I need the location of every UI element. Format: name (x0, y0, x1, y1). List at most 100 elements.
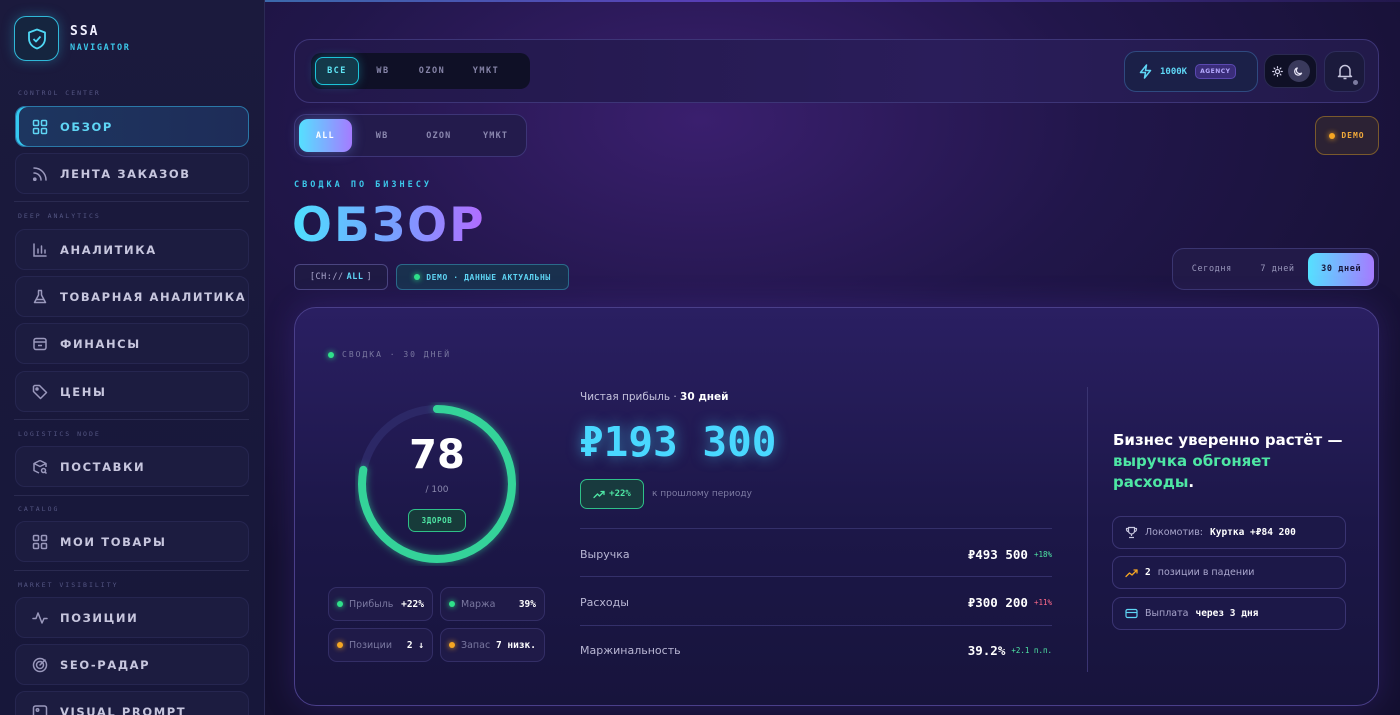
filter-pill-ymkt[interactable]: YMKT (469, 119, 522, 152)
sidebar-item-finance[interactable]: ФИНАНСЫ (15, 323, 249, 364)
insight-label: Локомотив: (1145, 527, 1203, 538)
channel-chip: [CH:// ALL ] (294, 264, 388, 290)
insight-top-product[interactable]: Локомотив: Куртка +₽84 200 (1112, 516, 1346, 549)
sidebar-item-orders-feed[interactable]: ЛЕНТА ЗАКАЗОВ (15, 153, 249, 194)
net-profit-label: Чистая прибыль · 30 дней (580, 391, 729, 403)
rss-icon (32, 166, 47, 181)
sidebar-item-positions[interactable]: ПОЗИЦИИ (15, 597, 249, 638)
top-bar: ВСЕ WB OZON YMKT 1000К AGENCY (294, 39, 1379, 103)
sidebar-item-seo-radar[interactable]: SEO-РАДАР (15, 644, 249, 685)
insight-label: позиции в падении (1157, 567, 1255, 578)
health-score: 78 (409, 432, 465, 478)
sidebar-item-prices[interactable]: ЦЕНЫ (15, 371, 249, 412)
insight-value: Куртка +₽84 200 (1210, 527, 1296, 538)
flask-icon (33, 289, 47, 303)
channel-filter: ALL WB OZON YMKT (294, 114, 527, 157)
image-icon (32, 704, 48, 715)
sidebar-item-label: ОБЗОР (60, 119, 113, 134)
summary-eyebrow-label: СВОДКА · 30 ДНЕЙ (342, 350, 452, 359)
mini-stat-positions[interactable]: Позиции 2 ↓ (328, 628, 433, 662)
sidebar-item-label: ЛЕНТА ЗАКАЗОВ (60, 166, 191, 181)
logo[interactable] (14, 16, 59, 61)
bar-chart-icon (33, 242, 47, 257)
demo-status-label: DEMO · ДАННЫЕ АКТУАЛЬНЫ (426, 272, 551, 282)
insight-falling-positions[interactable]: 2 позиции в падении (1112, 556, 1346, 589)
mini-stat-margin[interactable]: Маржа 39% (440, 587, 545, 621)
sidebar-item-my-products[interactable]: МОИ ТОВАРЫ (15, 521, 249, 562)
insight-value: через 3 дня (1195, 608, 1259, 619)
metric-value: 39.2% (967, 642, 1006, 658)
period-7-days[interactable]: 7 дней (1249, 253, 1307, 286)
mini-stat-label: Запасы (461, 639, 490, 651)
mini-stat-label: Прибыль (349, 598, 394, 610)
package-search-icon (33, 459, 48, 474)
filter-pill-all[interactable]: ALL (299, 119, 352, 152)
summary-card: СВОДКА · 30 ДНЕЙ 78 / 100 ЗДОРОВ Прибыль… (294, 307, 1379, 706)
marketplace-pill-wb[interactable]: WB (363, 57, 403, 85)
app-title: SSA (70, 24, 100, 39)
marketplace-pill-all[interactable]: ВСЕ (315, 57, 359, 85)
status-dot (337, 642, 343, 648)
sidebar-divider (14, 570, 249, 571)
section-label-logistics: LOGISTICS NODE (18, 430, 101, 438)
status-dot (414, 274, 421, 280)
period-today[interactable]: Сегодня (1177, 253, 1247, 286)
metric-delta: +18% (1033, 549, 1052, 559)
metric-row-margin: Маржинальность 39.2% +2.1 п.п. (580, 640, 1052, 660)
net-profit-period: 30 дней (680, 391, 729, 403)
sidebar-item-analytics[interactable]: АНАЛИТИКА (15, 229, 249, 270)
app-root: SSA NAVIGATOR CONTROL CENTER ОБЗОР ЛЕНТА… (0, 0, 1400, 715)
sidebar-item-label: ПОЗИЦИИ (60, 610, 139, 625)
channel-value: ALL (346, 272, 364, 282)
bell-icon (1337, 64, 1352, 80)
theme-toggle[interactable] (1264, 54, 1317, 88)
metric-row-expenses: Расходы ₽300 200 +11% (580, 592, 1052, 612)
agency-balance[interactable]: 1000К AGENCY (1124, 51, 1258, 92)
insight-payout[interactable]: Выплата через 3 дня (1112, 597, 1346, 630)
card-icon (1125, 608, 1138, 619)
status-dot (1329, 132, 1336, 139)
sidebar-item-label: МОИ ТОВАРЫ (60, 534, 167, 549)
tag-icon (32, 384, 48, 399)
page-title: ОБЗОР (292, 198, 486, 253)
status-dot (449, 642, 455, 648)
agency-badge: AGENCY (1195, 64, 1236, 79)
sidebar-item-label: ПОСТАВКИ (60, 459, 146, 474)
sidebar: SSA NAVIGATOR CONTROL CENTER ОБЗОР ЛЕНТА… (0, 0, 265, 715)
sidebar-item-label: SEO-РАДАР (60, 657, 151, 672)
sidebar-divider (14, 419, 249, 420)
marketplace-pill-ozon[interactable]: OZON (407, 57, 457, 85)
mini-stat-label: Маржа (461, 598, 496, 610)
channel-prefix: [CH:// (309, 272, 344, 282)
demo-badge[interactable]: DEMO (1315, 116, 1379, 155)
sidebar-item-visual-prompt[interactable]: VISUAL PROMPT (15, 691, 249, 715)
lightning-icon (1139, 64, 1152, 79)
moon-toggle-knob (1287, 60, 1310, 82)
mini-stat-value: 7 низк. (495, 639, 536, 651)
summary-eyebrow: СВОДКА · 30 ДНЕЙ (328, 350, 451, 359)
status-dot (449, 601, 455, 607)
sidebar-divider (14, 201, 249, 202)
sidebar-item-overview[interactable]: ОБЗОР (15, 106, 249, 147)
agency-amount: 1000К (1160, 66, 1188, 77)
insight-label: Выплата (1145, 608, 1189, 619)
notifications-button[interactable] (1324, 51, 1365, 92)
sidebar-item-label: ТОВАРНАЯ АНАЛИТИКА (60, 289, 247, 304)
metric-row-revenue: Выручка ₽493 500 +18% (580, 544, 1052, 564)
net-profit-label-text: Чистая прибыль (580, 391, 671, 403)
period-30-days[interactable]: 30 дней (1308, 252, 1374, 286)
sidebar-item-product-analytics[interactable]: ТОВАРНАЯ АНАЛИТИКА (15, 276, 249, 317)
mini-stat-value: 2 ↓ (406, 639, 424, 651)
page-eyebrow: СВОДКА ПО БИЗНЕСУ (294, 180, 432, 190)
marketplace-pill-ymkt[interactable]: YMKT (461, 57, 511, 85)
row-divider (580, 576, 1052, 577)
sidebar-item-supplies[interactable]: ПОСТАВКИ (15, 446, 249, 487)
mini-stat-profit[interactable]: Прибыль +22% (328, 587, 433, 621)
filter-pill-wb[interactable]: WB (356, 119, 409, 152)
mini-stat-stock[interactable]: Запасы 7 низк. (440, 628, 545, 662)
section-label-control: CONTROL CENTER (18, 89, 101, 97)
radar-icon (32, 657, 48, 672)
grid-icon (32, 534, 48, 549)
metric-label: Расходы (580, 595, 629, 609)
filter-pill-ozon[interactable]: OZON (413, 119, 466, 152)
